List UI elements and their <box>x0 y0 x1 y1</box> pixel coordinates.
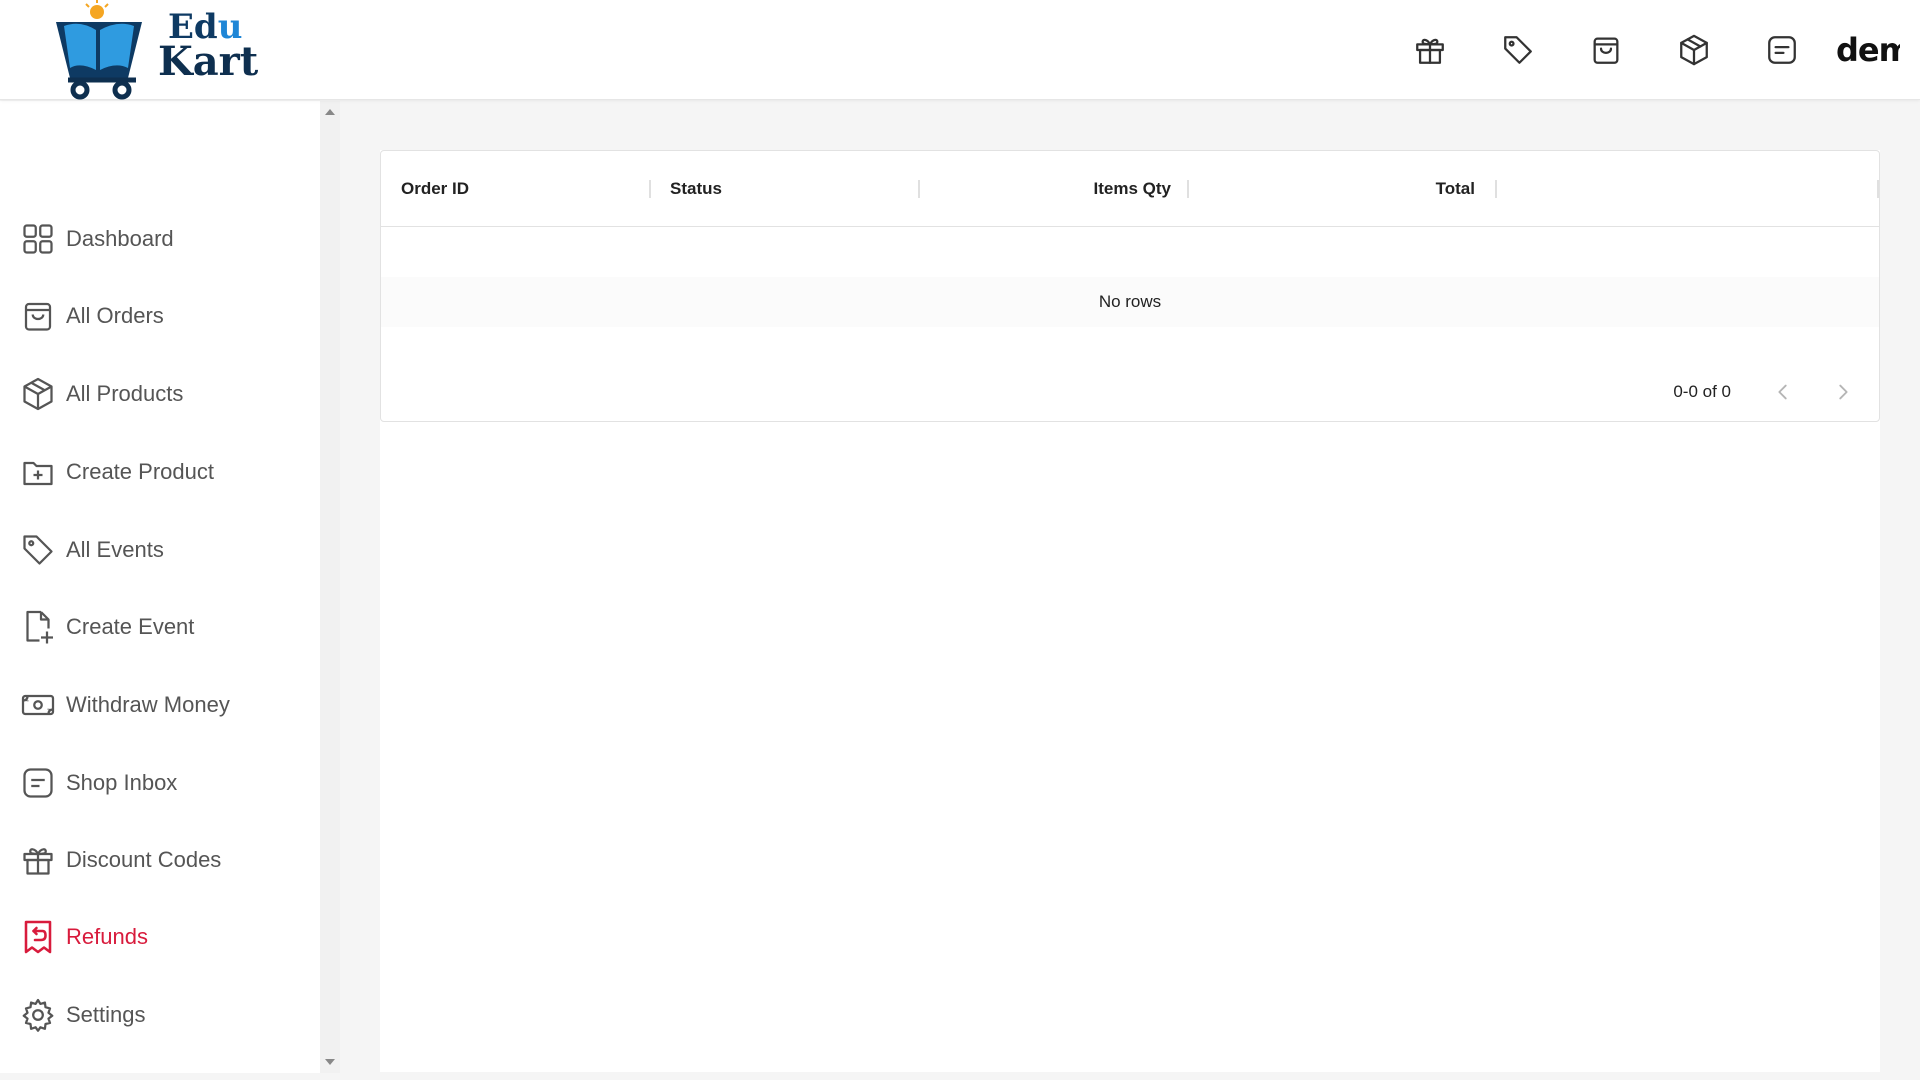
shopping-bag-icon <box>1593 37 1619 64</box>
next-page-button[interactable] <box>1823 372 1863 412</box>
package-icon <box>23 377 53 411</box>
sidebar-item-discount-codes[interactable]: Discount Codes <box>20 835 310 885</box>
header-discount-codes-button[interactable] <box>1402 22 1458 78</box>
sidebar-item-create-product[interactable]: Create Product <box>20 447 310 497</box>
previous-page-button[interactable] <box>1763 372 1803 412</box>
column-separator <box>1877 180 1879 198</box>
header-events-button[interactable] <box>1490 22 1546 78</box>
sidebar-item-all-products[interactable]: All Products <box>20 369 310 419</box>
sidebar-item-label: Shop Inbox <box>66 770 178 795</box>
table-header: Order ID Status Items Qty Total <box>381 151 1879 227</box>
main-content: Order ID Status Items Qty Total No rows … <box>380 150 1880 1072</box>
sidebar-item-label: All Events <box>66 537 164 562</box>
header-orders-button[interactable] <box>1578 22 1634 78</box>
column-header-items-qty[interactable]: Items Qty <box>941 151 1171 227</box>
sidebar-item-label: Refunds <box>66 924 148 949</box>
gear-icon <box>22 998 54 1032</box>
header-inbox-button[interactable] <box>1754 22 1810 78</box>
book-cart-logo-icon <box>56 0 142 100</box>
scroll-down-arrow-icon[interactable] <box>325 1059 335 1065</box>
chevron-left-icon <box>1778 384 1787 400</box>
logo-text-kart: Kart <box>158 38 259 85</box>
chevron-right-icon <box>1839 384 1848 400</box>
refunds-table: Order ID Status Items Qty Total No rows … <box>380 150 1880 422</box>
folder-plus-icon <box>23 461 53 486</box>
edukart-logo[interactable]: Edu Kart <box>50 0 260 100</box>
sidebar-item-create-event[interactable]: Create Event <box>20 602 310 652</box>
column-separator[interactable] <box>1495 180 1497 198</box>
sidebar-item-label: Settings <box>66 1002 146 1027</box>
empty-table-message: No rows <box>381 277 1879 327</box>
page-bottom-strip <box>0 1073 1920 1080</box>
table-pagination: 0-0 of 0 <box>381 361 1879 423</box>
sidebar-item-all-orders[interactable]: All Orders <box>20 291 310 341</box>
sidebar-item-label: Withdraw Money <box>66 692 230 717</box>
column-header-status[interactable]: Status <box>670 151 722 227</box>
user-name[interactable]: dem <box>1836 31 1900 69</box>
tag-icon <box>23 535 53 565</box>
column-header-order-id[interactable]: Order ID <box>401 151 469 227</box>
sidebar-scrollbar[interactable] <box>320 101 340 1073</box>
package-icon <box>1680 34 1708 66</box>
pagination-range: 0-0 of 0 <box>1673 382 1731 401</box>
money-icon <box>21 694 55 716</box>
shopping-bag-icon <box>24 302 52 331</box>
sidebar-item-label: Create Product <box>66 459 214 484</box>
gift-icon <box>23 848 53 875</box>
sidebar-item-refunds[interactable]: Refunds <box>20 912 310 962</box>
sidebar-item-shop-inbox[interactable]: Shop Inbox <box>20 758 310 808</box>
column-separator[interactable] <box>649 180 651 198</box>
header-products-button[interactable] <box>1666 22 1722 78</box>
column-separator[interactable] <box>1187 180 1189 198</box>
file-plus-icon <box>26 610 53 644</box>
sidebar-item-label: All Orders <box>66 303 164 328</box>
sidebar-item-label: All Products <box>66 381 184 406</box>
sidebar-item-label: Dashboard <box>66 226 174 251</box>
sidebar: Dashboard All Orders All Products Create… <box>0 101 320 1073</box>
sidebar-item-label: Discount Codes <box>66 847 222 872</box>
gift-icon <box>1416 38 1444 64</box>
header-actions: dem <box>1370 0 1900 100</box>
tag-icon <box>1504 36 1532 64</box>
sidebar-item-settings[interactable]: Settings <box>20 990 310 1040</box>
sidebar-item-dashboard[interactable]: Dashboard <box>20 214 310 264</box>
receipt-refund-icon <box>24 920 52 954</box>
message-icon <box>23 768 53 798</box>
sidebar-item-label: Create Event <box>66 614 195 639</box>
column-header-total[interactable]: Total <box>1211 151 1475 227</box>
dashboard-icon <box>23 224 53 254</box>
top-header: Edu Kart dem <box>0 0 1920 100</box>
scroll-up-arrow-icon[interactable] <box>325 109 335 115</box>
sidebar-item-withdraw-money[interactable]: Withdraw Money <box>20 680 310 730</box>
message-icon <box>1768 36 1796 64</box>
column-separator[interactable] <box>918 180 920 198</box>
sidebar-item-all-events[interactable]: All Events <box>20 525 310 575</box>
